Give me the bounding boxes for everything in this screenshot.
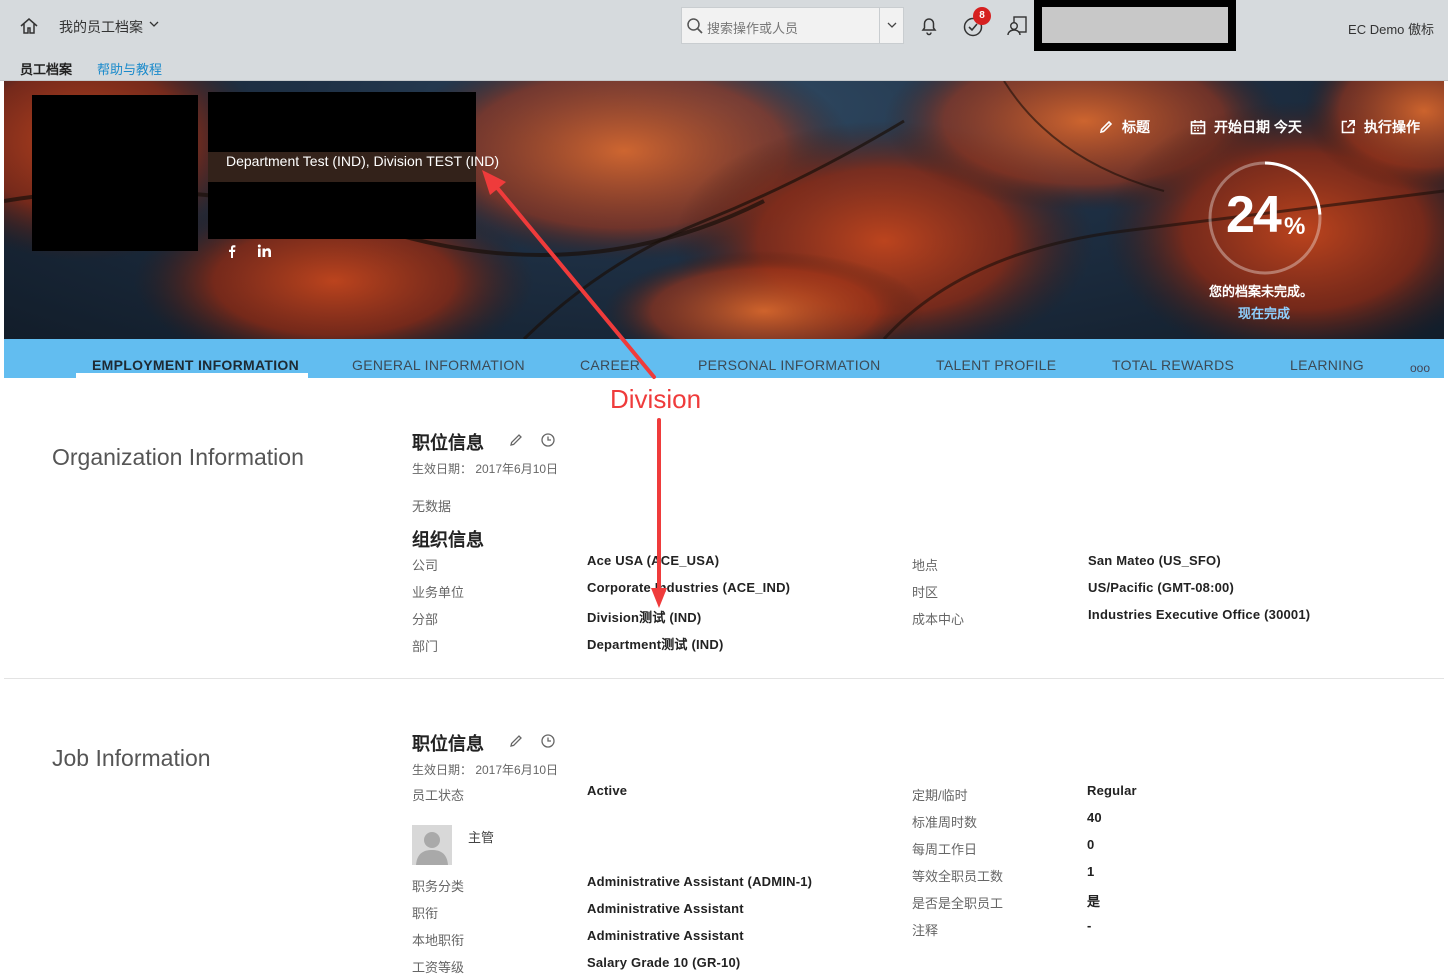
title-action-label: 标题 [1122, 119, 1150, 135]
field-value: Salary Grade 10 (GR-10) [587, 955, 741, 970]
tab-personal-information[interactable]: PERSONAL INFORMATION [698, 357, 881, 373]
edit-pencil-icon[interactable] [508, 733, 524, 749]
home-icon[interactable] [18, 15, 40, 37]
user-menu[interactable]: EC Demo 傲标 [1348, 19, 1434, 38]
app-title[interactable]: 我的员工档案 [59, 17, 143, 37]
search-icon [687, 18, 703, 34]
field-value: Ace USA (ACE_USA) [587, 553, 720, 568]
start-date-button[interactable]: 开始日期 今天 [1190, 117, 1302, 137]
percent-sign: % [1284, 213, 1306, 240]
job-information-title: Job Information [52, 745, 211, 771]
complete-now-link[interactable]: 现在完成 [1238, 303, 1290, 322]
field-value: Regular [1087, 783, 1137, 798]
more-tabs-button[interactable]: ooo [1410, 361, 1430, 375]
division-annotation-label: Division [610, 384, 702, 414]
field-label: 工资等级 [412, 960, 465, 975]
edit-pencil-icon[interactable] [508, 432, 524, 448]
profile-header-banner: Department Test (IND), Division TEST (IN… [4, 81, 1444, 339]
field-value: 40 [1087, 810, 1102, 825]
position-info-title: 职位信息 [412, 433, 484, 453]
division-value: Division测试 (IND) [587, 610, 702, 625]
job-position-info-title: 职位信息 [412, 734, 484, 754]
field-label: 分部 [412, 612, 439, 627]
field-value: Administrative Assistant [587, 928, 744, 943]
field-value: - [1087, 918, 1092, 933]
search-scope-dropdown[interactable] [879, 8, 903, 43]
field-value: 0 [1087, 837, 1095, 852]
field-label: 业务单位 [412, 585, 465, 600]
history-clock-icon[interactable] [540, 733, 556, 749]
field-value: US/Pacific (GMT-08:00) [1088, 580, 1234, 595]
field-label: 是否是全职员工 [912, 896, 1004, 911]
tab-talent-profile[interactable]: TALENT PROFILE [936, 357, 1056, 373]
field-label: 标准周时数 [912, 815, 978, 830]
bell-icon[interactable] [918, 14, 940, 36]
history-clock-icon[interactable] [540, 432, 556, 448]
field-label: 地点 [912, 558, 939, 573]
field-label: 职衔 [412, 906, 439, 921]
linkedin-icon[interactable] [257, 244, 273, 258]
effective-date: 生效日期： 2017年6月10日 [412, 462, 559, 476]
department-division-line: Department Test (IND), Division TEST (IN… [226, 153, 500, 169]
field-value: San Mateo (US_SFO) [1088, 553, 1221, 568]
profile-incomplete-caption: 您的档案未完成。 [1209, 284, 1314, 299]
field-value: Administrative Assistant (ADMIN-1) [587, 874, 813, 889]
org-info-title: 组织信息 [412, 530, 484, 550]
field-label: 员工状态 [412, 788, 465, 803]
field-value: Administrative Assistant [587, 901, 744, 916]
active-tab-indicator [76, 373, 308, 378]
calendar-icon [1190, 120, 1206, 135]
field-label: 每周工作日 [912, 842, 978, 857]
manager-label: 主管 [468, 830, 495, 845]
tab-career[interactable]: CAREER [580, 357, 640, 373]
proxy-people-icon[interactable] [1005, 14, 1029, 38]
no-data-text: 无数据 [412, 499, 452, 514]
tab-total-rewards[interactable]: TOTAL REWARDS [1112, 357, 1234, 373]
export-action-icon [1341, 120, 1355, 134]
chevron-down-icon [887, 22, 897, 28]
section-divider [4, 678, 1444, 679]
chevron-down-icon[interactable] [148, 18, 160, 30]
tab-employment-information[interactable]: EMPLOYMENT INFORMATION [92, 357, 299, 373]
field-label: 部门 [412, 639, 439, 654]
profile-completion-percent: 24 [1226, 186, 1282, 244]
person-silhouette-icon [416, 832, 448, 865]
field-value: Industries Executive Office (30001) [1088, 607, 1311, 622]
field-value: Department测试 (IND) [587, 637, 724, 652]
field-value: 1 [1087, 864, 1095, 879]
employee-status-value: Active [587, 783, 628, 798]
redacted-area [1034, 0, 1236, 51]
take-action-label: 执行操作 [1364, 119, 1420, 135]
nav-help-tutorials[interactable]: 帮助与教程 [97, 59, 162, 78]
field-label: 职务分类 [412, 879, 465, 894]
shell-bar: 我的员工档案 搜索操作或人员 8 EC Demo 傲标 员工档案 帮助与教程 [0, 0, 1448, 81]
organization-information-title: Organization Information [52, 444, 304, 470]
facebook-icon[interactable] [225, 244, 239, 258]
field-label: 成本中心 [912, 612, 965, 627]
field-value: 是 [1087, 894, 1101, 909]
field-label: 注释 [912, 923, 939, 938]
tab-learning[interactable]: LEARNING [1290, 357, 1364, 373]
field-label: 时区 [912, 585, 939, 600]
search-box[interactable]: 搜索操作或人员 [681, 7, 904, 44]
field-label: 定期/临时 [912, 788, 968, 803]
todo-count-badge: 8 [973, 7, 991, 25]
take-action-button[interactable]: 执行操作 [1340, 117, 1420, 137]
nav-employee-file[interactable]: 员工档案 [20, 59, 72, 78]
field-label: 本地职衔 [412, 933, 465, 948]
title-action-button[interactable]: 标题 [1098, 117, 1150, 137]
profile-tabs: EMPLOYMENT INFORMATION GENERAL INFORMATI… [4, 339, 1444, 378]
tab-general-information[interactable]: GENERAL INFORMATION [352, 357, 525, 373]
field-label: 等效全职员工数 [912, 869, 1004, 884]
search-placeholder[interactable]: 搜索操作或人员 [707, 18, 798, 37]
effective-date: 生效日期： 2017年6月10日 [412, 763, 559, 777]
pencil-icon [1099, 120, 1113, 134]
manager-avatar[interactable] [412, 825, 452, 865]
field-value: Corporate Industries (ACE_IND) [587, 580, 791, 595]
field-label: 公司 [412, 558, 439, 573]
start-date-label: 开始日期 今天 [1214, 119, 1302, 135]
profile-photo-redacted[interactable] [32, 95, 198, 251]
